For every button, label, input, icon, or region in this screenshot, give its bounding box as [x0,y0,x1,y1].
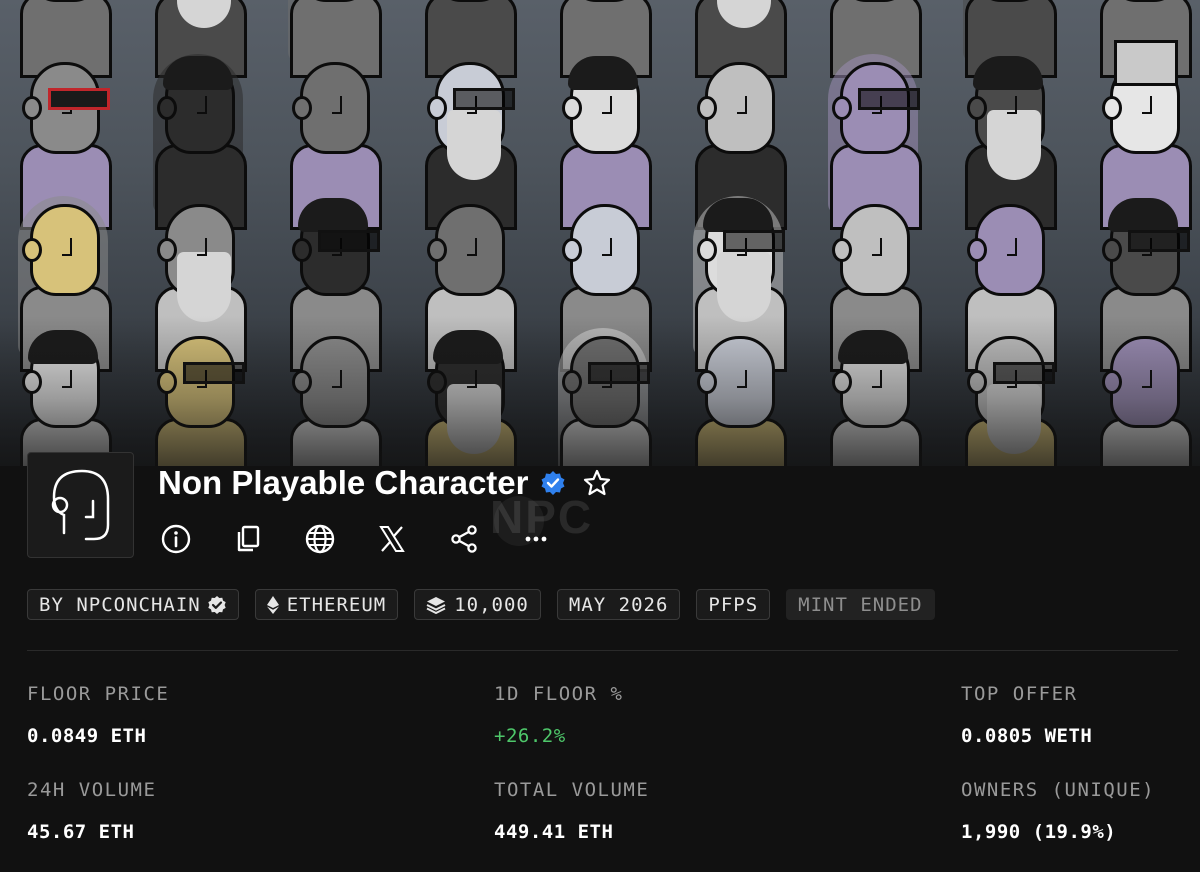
date-tag[interactable]: MAY 2026 [556,589,681,620]
banner-npc-character [1088,40,1198,230]
npc-head-logo [51,469,110,541]
category-tag-label: PFPS [708,593,759,616]
stat-label: 1D FLOOR % [494,683,624,705]
copy-button[interactable] [230,521,266,557]
stat-value: 0.0805 WETH [961,725,1093,747]
banner-npc-character [8,48,118,230]
stat-label: FLOOR PRICE [27,683,170,705]
banner-npc-character [683,48,793,230]
creator-tag[interactable]: BY NPCONCHAIN [27,589,239,620]
stat-value: 0.0849 ETH [27,725,147,747]
stat-value: 449.41 ETH [494,821,614,843]
info-button[interactable] [158,521,194,557]
share-icon [451,525,477,553]
banner-npc-character [143,48,253,230]
supply-tag-label: 10,000 [454,593,529,616]
banner-fade [0,316,1200,466]
collection-avatar[interactable] [27,452,134,558]
chain-tag[interactable]: ETHEREUM [254,589,399,620]
stat-floor-price: FLOOR PRICE 0.0849 ETH [27,683,169,747]
banner-npc-character [818,48,928,230]
collection-banner [0,0,1200,466]
layers-icon [426,596,446,614]
banner-npc-character [548,48,658,230]
stat-top-offer: TOP OFFER 0.0805 WETH [961,683,1092,747]
stat-floor-change: 1D FLOOR % +26.2% [494,683,623,747]
stat-owners: OWNERS (UNIQUE) 1,990 (19.9%) [961,779,1155,843]
stat-value: +26.2% [494,725,566,747]
creator-tag-label: BY NPCONCHAIN [39,593,201,616]
more-icon [525,536,547,542]
stat-label: TOTAL VOLUME [494,779,650,801]
stat-value: 1,990 (19.9%) [961,821,1117,843]
mint-status-label: MINT ENDED [798,593,923,616]
stat-label: 24H VOLUME [27,779,157,801]
stat-value: 45.67 ETH [27,821,135,843]
website-button[interactable] [302,521,338,557]
globe-icon [305,524,335,554]
title-row: Non Playable Character [158,462,612,504]
favorite-star-icon[interactable] [582,468,612,498]
ethereum-icon [266,595,279,614]
stat-label: TOP OFFER [961,683,1078,705]
stat-label: OWNERS (UNIQUE) [961,779,1156,801]
section-divider [27,650,1178,651]
banner-npc-character [953,48,1063,230]
collection-action-bar [158,521,590,557]
chain-tag-label: ETHEREUM [286,593,387,616]
share-button[interactable] [446,521,482,557]
collection-title: Non Playable Character [158,464,529,501]
creator-verified-icon [208,595,226,614]
banner-npc-character [278,48,388,230]
collection-tags: BY NPCONCHAIN ETHEREUM 10,000 MAY 2026 P… [27,589,951,620]
supply-tag[interactable]: 10,000 [414,589,541,620]
banner-npc-character [413,48,523,230]
mint-status-tag: MINT ENDED [786,589,935,620]
stat-total-volume: TOTAL VOLUME 449.41 ETH [494,779,649,843]
x-profile-button[interactable] [374,521,410,557]
category-tag[interactable]: PFPS [696,589,771,620]
x-icon [379,526,405,552]
date-tag-label: MAY 2026 [568,593,669,616]
info-icon [161,524,191,554]
verified-badge-icon [541,471,565,495]
copy-icon [237,525,260,552]
more-options-button[interactable] [518,521,554,557]
stat-24h-volume: 24H VOLUME 45.67 ETH [27,779,156,843]
